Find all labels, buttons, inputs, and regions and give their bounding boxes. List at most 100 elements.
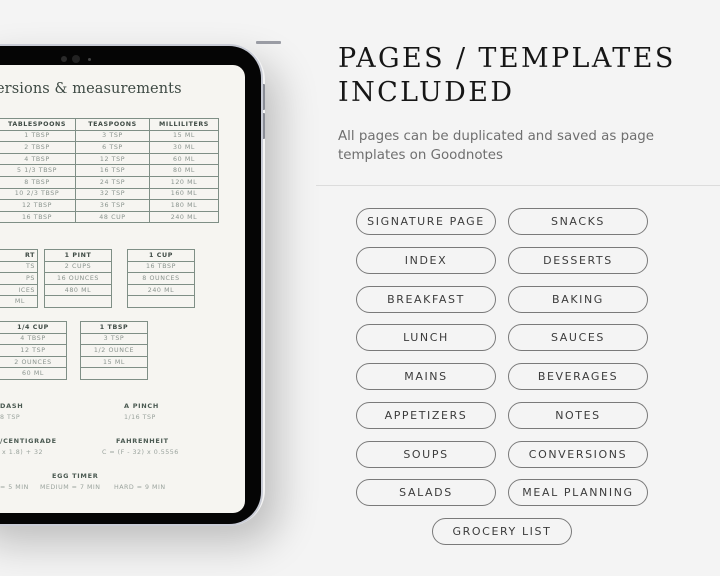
dash-label: DASH [0, 402, 24, 410]
dash-value: 8 TSP [0, 414, 21, 421]
table-cell: 2 OUNCES [0, 355, 67, 369]
table-row: 12 TBSP 36 TSP 180 ML [0, 199, 219, 212]
column-header: TEASPOONS [75, 118, 150, 131]
pinch-value: 1/16 TSP [124, 414, 156, 421]
table-cell: 4 TBSP [0, 152, 76, 166]
section-divider [316, 185, 720, 186]
column-header: TABLESPOONS [0, 118, 76, 131]
template-pill-sauces[interactable]: SAUCES [508, 324, 648, 351]
table-cell: 480 ML [44, 283, 112, 297]
table-cell: TS [0, 260, 38, 274]
table-cell: 3 TSP [80, 332, 148, 346]
pinch-label: A PINCH [124, 402, 160, 410]
template-pill-lunch[interactable]: LUNCH [356, 324, 496, 351]
fahrenheit-formula: C = (F - 32) x 0.5556 [102, 449, 179, 456]
template-pill-salads[interactable]: SALADS [356, 479, 496, 506]
template-pill-snacks[interactable]: SNACKS [508, 208, 648, 235]
quarter-cup-table: 1/4 CUP 4 TBSP 12 TSP 2 OUNCES 60 ML [0, 321, 67, 380]
panel-subtext: All pages can be duplicated and saved as… [338, 129, 655, 163]
tablet-power-button [256, 41, 281, 44]
panel-heading: PAGES / TEMPLATES INCLUDED [338, 42, 708, 110]
template-pill-index[interactable]: INDEX [356, 247, 496, 274]
table-cell: 2 CUPS [44, 260, 112, 274]
table-cell: 1 TBSP [0, 129, 76, 143]
template-pill-notes[interactable]: NOTES [508, 402, 648, 429]
table-cell: 8 TBSP [0, 175, 76, 189]
table-cell: 60 ML [149, 152, 219, 166]
template-pill-breakfast[interactable]: BREAKFAST [356, 286, 496, 313]
celsius-formula: x 1.8) + 32 [2, 449, 43, 456]
table-cell: 15 ML [149, 129, 219, 143]
table-cell: 12 TSP [75, 152, 150, 166]
template-pill-appetizers[interactable]: APPETIZERS [356, 402, 496, 429]
mini-table-header: 1 CUP [127, 249, 195, 262]
quart-table: RT TS PS ICES ML [0, 249, 38, 308]
table-cell: 2 TBSP [0, 141, 76, 154]
template-pill-conversions[interactable]: CONVERSIONS [508, 441, 648, 468]
fahrenheit-label: FAHRENHEIT [116, 437, 169, 445]
cup-table: 1 CUP 16 TBSP 8 OUNCES 240 ML [127, 249, 195, 308]
template-pill-baking[interactable]: BAKING [508, 286, 648, 313]
table-cell: 240 ML [127, 283, 195, 297]
table-row: 8 TBSP 24 TSP 120 ML [0, 175, 219, 189]
table-cell: 8 OUNCES [127, 272, 195, 285]
table-cell: 24 TSP [75, 175, 150, 189]
table-cell: 10 2/3 TBSP [0, 187, 76, 201]
camera-lens-icon [72, 55, 80, 63]
table-header-row: TABLESPOONS TEASPOONS MILLILITERS [0, 118, 219, 131]
heading-line-2: INCLUDED [338, 77, 515, 108]
table-cell: 3 TSP [75, 129, 150, 143]
table-row: 10 2/3 TBSP 32 TSP 160 ML [0, 187, 219, 201]
table-cell: 12 TBSP [0, 199, 76, 212]
page-title: ersions & measurements [0, 81, 182, 97]
table-cell: 60 ML [0, 367, 67, 380]
table-cell: 16 TSP [75, 164, 150, 177]
egg-hard-value: HARD = 9 MIN [114, 484, 166, 491]
template-pill-meal-planning[interactable]: MEAL PLANNING [508, 479, 648, 506]
camera-light-icon [88, 58, 91, 61]
table-row: 4 TBSP 12 TSP 60 ML [0, 152, 219, 166]
table-cell: PS [0, 272, 38, 285]
table-cell: 80 ML [149, 164, 219, 177]
mini-table-header: 1 PINT [44, 249, 112, 262]
template-pill-grocery-list[interactable]: GROCERY LIST [432, 518, 572, 545]
conversion-table: TABLESPOONS TEASPOONS MILLILITERS 1 TBSP… [0, 118, 219, 224]
table-cell: 48 CUP [75, 210, 150, 224]
camera-sensor-icon [61, 56, 67, 62]
celsius-label: /CENTIGRADE [0, 437, 57, 445]
table-cell: 16 TBSP [0, 210, 76, 224]
egg-medium-value: MEDIUM = 7 MIN [40, 484, 101, 491]
template-pill-mains[interactable]: MAINS [356, 363, 496, 390]
table-cell: 160 ML [149, 187, 219, 201]
table-row: 16 TBSP 48 CUP 240 ML [0, 210, 219, 224]
table-cell: 180 ML [149, 199, 219, 212]
mini-table-header: 1/4 CUP [0, 321, 67, 334]
table-cell: 6 TSP [75, 141, 150, 154]
table-cell: ICES [0, 283, 38, 297]
table-cell [80, 367, 148, 380]
tablet-screen: ersions & measurements TABLESPOONS TEASP… [0, 65, 245, 513]
table-row: 5 1/3 TBSP 16 TSP 80 ML [0, 164, 219, 177]
table-cell: 15 ML [80, 355, 148, 369]
table-cell: 16 TBSP [127, 260, 195, 274]
template-pill-beverages[interactable]: BEVERAGES [508, 363, 648, 390]
table-row: 2 TBSP 6 TSP 30 ML [0, 141, 219, 154]
template-pill-soups[interactable]: SOUPS [356, 441, 496, 468]
table-cell: 240 ML [149, 210, 219, 224]
template-pill-signature-page[interactable]: SIGNATURE PAGE [356, 208, 496, 235]
heading-line-1: PAGES / TEMPLATES [338, 43, 676, 74]
table-cell: 120 ML [149, 175, 219, 189]
table-cell: ML [0, 295, 38, 308]
table-cell: 4 TBSP [0, 332, 67, 346]
mini-table-header: 1 TBSP [80, 321, 148, 334]
table-cell: 36 TSP [75, 199, 150, 212]
table-cell: 16 OUNCES [44, 272, 112, 285]
mini-table-header: RT [0, 249, 38, 262]
table-cell: 30 ML [149, 141, 219, 154]
template-pill-desserts[interactable]: DESSERTS [508, 247, 648, 274]
table-cell: 12 TSP [0, 344, 67, 357]
column-header: MILLILITERS [149, 118, 219, 131]
tablespoon-table: 1 TBSP 3 TSP 1/2 OUNCE 15 ML [80, 321, 148, 380]
table-cell [44, 295, 112, 308]
table-cell: 5 1/3 TBSP [0, 164, 76, 177]
